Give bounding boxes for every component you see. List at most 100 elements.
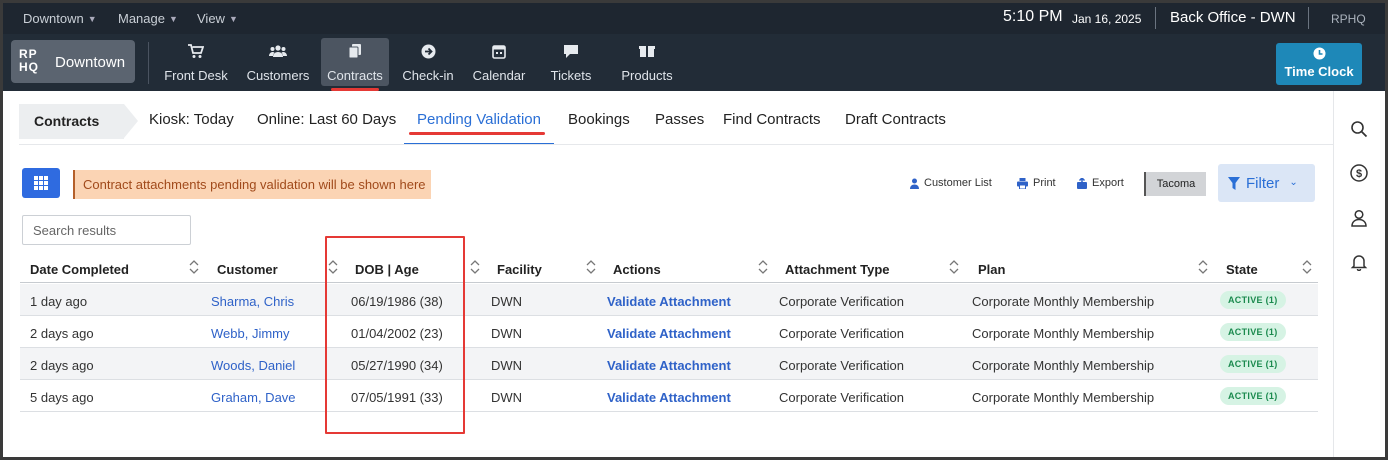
time-clock-button[interactable]: Time Clock — [1276, 43, 1362, 85]
divider — [1308, 7, 1309, 29]
user-icon[interactable] — [1350, 209, 1370, 229]
table-header: Date Completed Customer DOB | Age Facili… — [20, 253, 1318, 283]
tab-find-contracts[interactable]: Find Contracts — [723, 111, 821, 128]
status-badge: ACTIVE (1) — [1220, 291, 1286, 309]
location-chip[interactable]: Tacoma — [1144, 172, 1206, 196]
grid-icon — [34, 176, 48, 190]
search-icon[interactable] — [1350, 120, 1370, 140]
validate-attachment-link[interactable]: Validate Attachment — [607, 390, 731, 405]
nav-check-in[interactable]: Check-in — [396, 38, 460, 86]
dollar-icon[interactable]: $ — [1350, 164, 1370, 184]
validate-attachment-link[interactable]: Validate Attachment — [607, 294, 731, 309]
filter-button[interactable]: Filter ⌄ — [1218, 164, 1315, 202]
breadcrumb: Contracts — [19, 104, 138, 139]
export-button[interactable]: Export — [1077, 177, 1124, 189]
cell-attachment-type: Corporate Verification — [779, 294, 905, 309]
app-window: Downtown ▼ Manage ▼ View ▼ 5:10 PM Jan 1… — [3, 3, 1385, 457]
nav-label: Front Desk — [164, 68, 228, 83]
col-facility[interactable]: Facility — [497, 262, 542, 277]
menu-label: View — [197, 11, 225, 26]
print-button[interactable]: Print — [1017, 177, 1056, 189]
customer-link[interactable]: Webb, Jimmy — [211, 326, 290, 341]
contracts-icon — [321, 44, 389, 64]
divider — [1155, 7, 1156, 29]
sort-icon[interactable] — [189, 258, 199, 276]
col-attachment-type[interactable]: Attachment Type — [785, 262, 890, 277]
tab-kiosk-today[interactable]: Kiosk: Today — [149, 111, 234, 128]
clock-time: 5:10 PM — [1003, 8, 1063, 25]
table-row[interactable]: 5 days ago Graham, Dave 07/05/1991 (33) … — [20, 380, 1318, 412]
nav-label: Check-in — [402, 68, 454, 83]
tab-draft-contracts[interactable]: Draft Contracts — [845, 111, 946, 128]
brand-name: Downtown — [55, 54, 126, 71]
sub-nav: Contracts Kiosk: Today Online: Last 60 D… — [3, 91, 1333, 147]
status-badge: ACTIVE (1) — [1220, 387, 1286, 405]
nav-contracts[interactable]: Contracts — [321, 38, 389, 91]
filter-label: Filter — [1246, 175, 1280, 192]
cell-facility: DWN — [491, 358, 523, 373]
nav-products[interactable]: Products — [611, 38, 683, 86]
tab-pending-validation[interactable]: Pending Validation — [417, 111, 541, 128]
validate-attachment-link[interactable]: Validate Attachment — [607, 326, 731, 341]
filter-icon — [1228, 177, 1240, 190]
nav-label: Tickets — [550, 68, 592, 83]
cell-plan: Corporate Monthly Membership — [972, 294, 1155, 309]
tab-bookings[interactable]: Bookings — [568, 111, 630, 128]
validate-attachment-link[interactable]: Validate Attachment — [607, 358, 731, 373]
nav-customers[interactable]: Customers — [241, 38, 315, 86]
info-notice: Contract attachments pending validation … — [73, 170, 431, 199]
customer-link[interactable]: Woods, Daniel — [211, 358, 295, 373]
divider — [19, 144, 1333, 145]
col-state[interactable]: State — [1226, 262, 1258, 277]
tab-passes[interactable]: Passes — [655, 111, 704, 128]
office-selector[interactable]: Back Office - DWN — [1170, 9, 1296, 26]
cell-attachment-type: Corporate Verification — [779, 358, 905, 373]
col-plan[interactable]: Plan — [978, 262, 1005, 277]
org-label[interactable]: RPHQ — [1331, 12, 1366, 26]
location-brand[interactable]: RP HQ Downtown — [11, 40, 135, 83]
sort-icon[interactable] — [1198, 258, 1208, 276]
arrow-circle-icon — [396, 44, 460, 64]
search-input[interactable] — [22, 215, 191, 245]
time-clock-label: Time Clock — [1284, 64, 1354, 79]
customer-link[interactable]: Sharma, Chris — [211, 294, 294, 309]
sort-icon[interactable] — [758, 258, 768, 276]
table-row[interactable]: 1 day ago Sharma, Chris 06/19/1986 (38) … — [20, 284, 1318, 316]
grid-view-button[interactable] — [22, 168, 60, 198]
tab-online-last-60-days[interactable]: Online: Last 60 Days — [257, 111, 396, 128]
svg-text:$: $ — [1356, 168, 1362, 180]
cell-date: 2 days ago — [30, 358, 94, 373]
table-row[interactable]: 2 days ago Webb, Jimmy 01/04/2002 (23) D… — [20, 316, 1318, 348]
nav-label: Customers — [246, 68, 310, 83]
table-row[interactable]: 2 days ago Woods, Daniel 05/27/1990 (34)… — [20, 348, 1318, 380]
col-customer[interactable]: Customer — [217, 262, 278, 277]
customer-list-button[interactable]: Customer List — [910, 177, 992, 189]
bell-icon[interactable] — [1350, 253, 1370, 273]
nav-calendar[interactable]: Calendar — [467, 38, 531, 86]
clock-icon — [1276, 47, 1362, 61]
menu-view[interactable]: View ▼ — [197, 11, 238, 26]
sort-icon[interactable] — [470, 258, 480, 276]
cell-plan: Corporate Monthly Membership — [972, 326, 1155, 341]
menu-downtown[interactable]: Downtown ▼ — [23, 11, 97, 26]
cart-icon — [160, 44, 232, 64]
status-badge: ACTIVE (1) — [1220, 323, 1286, 341]
status-badge: ACTIVE (1) — [1220, 355, 1286, 373]
boxes-icon — [611, 44, 683, 64]
divider — [148, 42, 149, 84]
rphq-logo: RP HQ — [19, 47, 39, 74]
sort-icon[interactable] — [586, 258, 596, 276]
nav-front-desk[interactable]: Front Desk — [160, 38, 232, 86]
cell-date: 1 day ago — [30, 294, 88, 309]
col-actions[interactable]: Actions — [613, 262, 661, 277]
chat-icon — [541, 44, 601, 64]
col-date-completed[interactable]: Date Completed — [30, 262, 129, 277]
sort-icon[interactable] — [1302, 258, 1312, 276]
customer-link[interactable]: Graham, Dave — [211, 390, 296, 405]
sort-icon[interactable] — [949, 258, 959, 276]
nav-tickets[interactable]: Tickets — [541, 38, 601, 86]
user-icon — [910, 178, 919, 189]
chevron-down-icon: ▼ — [168, 13, 178, 24]
menu-manage[interactable]: Manage ▼ — [118, 11, 178, 26]
nav-label: Contracts — [327, 68, 383, 83]
